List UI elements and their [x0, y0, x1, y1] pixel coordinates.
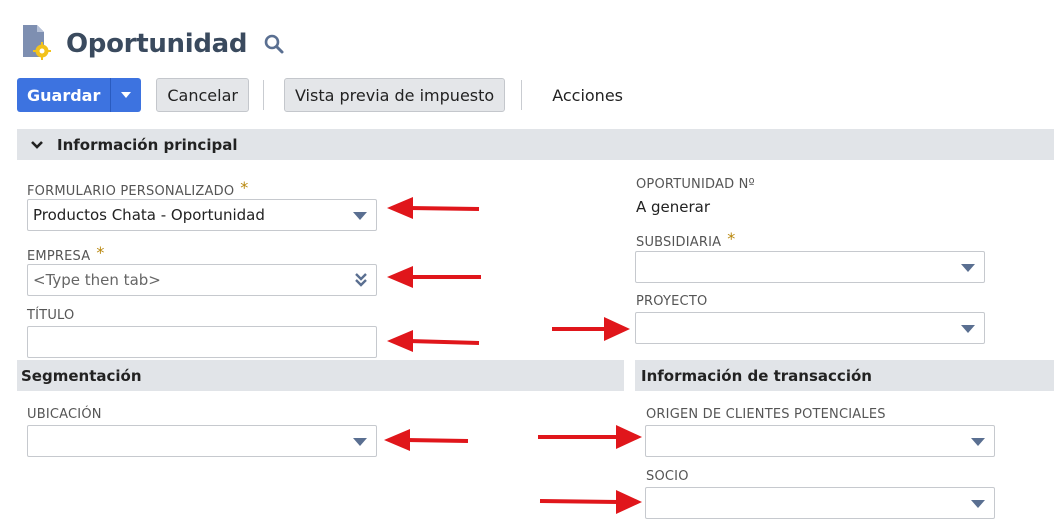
- annotation-arrow-right-icon: [539, 490, 642, 514]
- section-title: Información de transacción: [641, 366, 872, 385]
- company-input[interactable]: <Type then tab>: [27, 264, 377, 296]
- lead-source-label: ORIGEN DE CLIENTES POTENCIALES: [646, 407, 886, 422]
- cancel-button[interactable]: Cancelar: [156, 78, 249, 112]
- subsidiary-select[interactable]: [635, 251, 985, 283]
- required-marker: *: [240, 178, 249, 197]
- section-segmentation: Segmentación: [17, 360, 624, 391]
- section-main-info[interactable]: Información principal: [17, 129, 1054, 160]
- title-input[interactable]: [27, 326, 377, 358]
- section-transaction-info: Información de transacción: [635, 360, 1054, 391]
- dropdown-arrow-icon: [971, 438, 985, 446]
- dropdown-arrow-icon: [353, 438, 367, 446]
- partner-select[interactable]: [645, 487, 995, 519]
- toolbar-divider: [521, 80, 523, 110]
- location-label: UBICACIÓN: [27, 407, 102, 422]
- opportunity-number-label: OPORTUNIDAD Nº: [636, 177, 755, 192]
- double-chevron-down-icon[interactable]: [354, 272, 368, 292]
- company-label: EMPRESA *: [27, 243, 105, 264]
- tax-preview-button[interactable]: Vista previa de impuesto: [283, 78, 506, 112]
- dropdown-arrow-icon: [961, 325, 975, 333]
- dropdown-arrow-icon: [971, 500, 985, 508]
- caret-down-icon: [120, 86, 132, 104]
- section-title: Información principal: [57, 135, 238, 154]
- annotation-arrow-left-icon: [387, 330, 480, 352]
- dropdown-arrow-icon: [353, 212, 367, 220]
- toolbar: Guardar Cancelar Vista previa de impuest…: [17, 78, 623, 112]
- actions-menu[interactable]: Acciones: [552, 78, 623, 112]
- chevron-down-icon: [30, 140, 44, 150]
- project-select[interactable]: [635, 312, 985, 344]
- save-button-group: Guardar: [17, 78, 142, 112]
- document-gear-icon: [20, 24, 52, 65]
- annotation-arrow-left-icon: [387, 197, 480, 219]
- page-title: Oportunidad: [66, 29, 248, 59]
- dropdown-arrow-icon: [961, 264, 975, 272]
- required-marker: *: [96, 243, 105, 262]
- annotation-arrow-left-icon: [384, 429, 469, 451]
- lead-source-select[interactable]: [645, 425, 995, 457]
- save-menu-button[interactable]: [110, 78, 142, 112]
- annotation-arrow-right-icon: [552, 317, 630, 341]
- partner-label: SOCIO: [646, 469, 689, 484]
- annotation-arrow-right-icon: [538, 425, 642, 449]
- annotation-arrow-left-icon: [387, 266, 481, 288]
- required-marker: *: [727, 229, 736, 248]
- opportunity-number-value: A generar: [636, 198, 711, 216]
- company-placeholder: <Type then tab>: [33, 271, 161, 289]
- subsidiary-label: SUBSIDIARIA *: [636, 229, 736, 250]
- location-select[interactable]: [27, 425, 377, 457]
- custom-form-label: FORMULARIO PERSONALIZADO *: [27, 178, 249, 199]
- section-title: Segmentación: [21, 366, 142, 385]
- project-label: PROYECTO: [636, 294, 708, 309]
- page-header: Oportunidad: [20, 24, 285, 64]
- title-label: TÍTULO: [27, 308, 75, 323]
- custom-form-select[interactable]: Productos Chata - Oportunidad: [27, 199, 377, 231]
- toolbar-divider: [262, 80, 264, 110]
- custom-form-value: Productos Chata - Oportunidad: [33, 206, 265, 224]
- search-icon[interactable]: [263, 33, 285, 60]
- save-button[interactable]: Guardar: [17, 78, 111, 112]
